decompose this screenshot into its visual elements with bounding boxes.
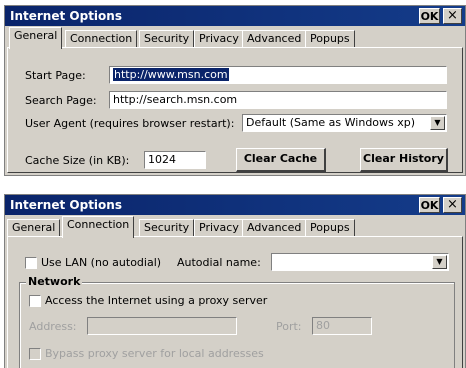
search-page-input[interactable]: http://search.msn.com <box>109 91 447 109</box>
user-agent-select[interactable]: Default (Same as Windows xp) ▼ <box>242 114 447 132</box>
tab-strip: General Connection Security Privacy Adva… <box>5 26 465 49</box>
tab-security[interactable]: Security <box>139 30 195 47</box>
autodial-label: Autodial name: <box>177 256 261 269</box>
tab-advanced[interactable]: Advanced <box>242 219 307 236</box>
tab-connection[interactable]: Connection <box>65 30 138 47</box>
proxy-checkbox[interactable] <box>29 295 41 307</box>
start-page-input[interactable]: http://www.msn.com <box>109 66 447 84</box>
tab-general[interactable]: General <box>7 219 61 236</box>
ok-button[interactable]: OK <box>419 8 440 24</box>
user-agent-value: Default (Same as Windows xp) <box>246 116 416 129</box>
tab-popups[interactable]: Popups <box>305 219 355 236</box>
internet-options-general-window: Internet Options OK × General Connection… <box>4 5 466 176</box>
use-lan-checkbox[interactable] <box>25 257 37 269</box>
network-group-title: Network <box>26 275 83 288</box>
proxy-checkbox-label: Access the Internet using a proxy server <box>45 294 268 307</box>
use-lan-label: Use LAN (no autodial) <box>41 256 162 269</box>
search-page-label: Search Page: <box>25 94 97 107</box>
tab-general[interactable]: General <box>9 27 63 49</box>
start-page-value: http://www.msn.com <box>113 68 229 81</box>
port-input[interactable]: 80 <box>312 317 372 335</box>
bypass-proxy-label: Bypass proxy server for local addresses <box>45 347 264 360</box>
address-label: Address: <box>29 320 77 333</box>
user-agent-label: User Agent (requires browser restart): <box>25 117 235 130</box>
close-button[interactable]: × <box>443 8 462 24</box>
start-page-label: Start Page: <box>25 69 86 82</box>
chevron-down-icon[interactable]: ▼ <box>430 116 445 130</box>
tab-popups[interactable]: Popups <box>305 30 355 47</box>
tab-advanced[interactable]: Advanced <box>242 30 307 47</box>
bypass-proxy-checkbox[interactable] <box>29 348 41 360</box>
autodial-select[interactable]: ▼ <box>271 253 449 271</box>
chevron-down-icon[interactable]: ▼ <box>432 255 447 269</box>
clear-history-button[interactable]: Clear History <box>360 148 448 172</box>
ok-button[interactable]: OK <box>419 197 440 213</box>
title-bar: Internet Options OK × <box>5 195 465 215</box>
tab-security[interactable]: Security <box>139 219 195 236</box>
tab-connection[interactable]: Connection <box>62 216 135 238</box>
tab-privacy[interactable]: Privacy <box>194 30 244 47</box>
clear-cache-button[interactable]: Clear Cache <box>236 148 326 172</box>
window-title: Internet Options <box>10 198 122 212</box>
window-title: Internet Options <box>10 9 122 23</box>
close-button[interactable]: × <box>443 197 462 213</box>
cache-size-label: Cache Size (in KB): <box>25 154 130 167</box>
title-bar: Internet Options OK × <box>5 6 465 26</box>
tab-privacy[interactable]: Privacy <box>194 219 244 236</box>
internet-options-connection-window: Internet Options OK × General Connection… <box>4 194 466 368</box>
tab-strip: General Connection Security Privacy Adva… <box>5 215 465 238</box>
address-input[interactable] <box>87 317 237 335</box>
port-label: Port: <box>276 320 302 333</box>
cache-size-input[interactable]: 1024 <box>144 151 206 169</box>
